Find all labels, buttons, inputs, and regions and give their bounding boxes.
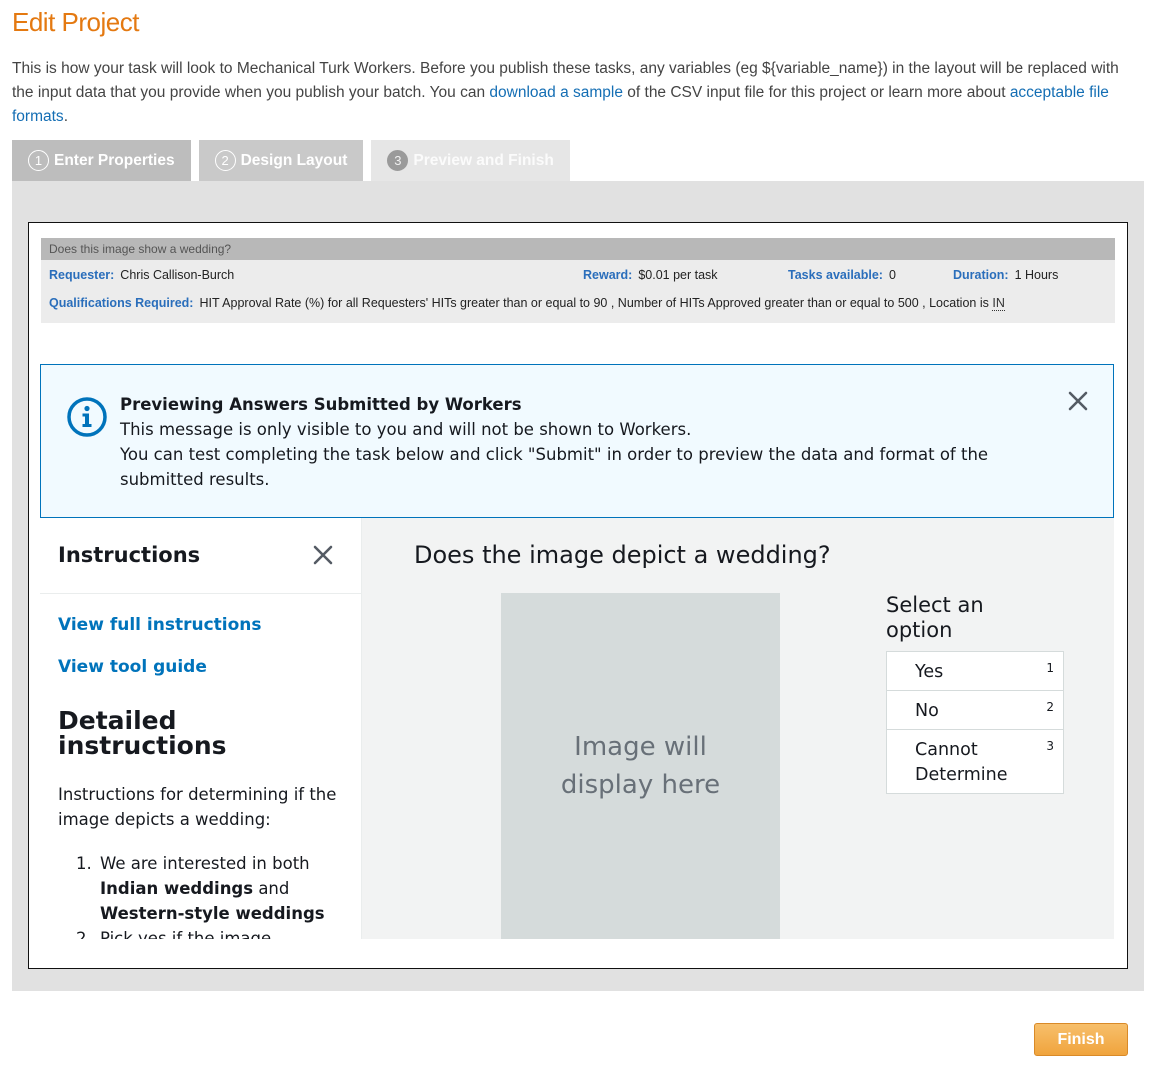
reward-value: $0.01 per task: [638, 268, 718, 282]
list-number: 2.: [76, 929, 92, 939]
reward-info: Reward: $0.01 per task: [583, 268, 718, 282]
tasks-available-label: Tasks available:: [788, 268, 883, 282]
list-number: 1.: [76, 854, 92, 873]
list-text: Pick yes if the image: [100, 929, 272, 939]
alert-heading: Previewing Answers Submitted by Workers: [120, 395, 522, 414]
option-shortcut-key: 3: [1046, 739, 1054, 753]
detailed-instructions-heading: Detailed instructions: [58, 706, 227, 760]
option-cannot-determine[interactable]: Cannot Determine 3: [887, 730, 1063, 793]
info-icon: [67, 397, 107, 437]
step-number: 3: [387, 150, 409, 171]
hit-metadata: Requester: Chris Callison-Burch Reward: $0…: [41, 260, 1115, 323]
image-placeholder: Image will display here: [501, 593, 780, 939]
requester-info: Requester: Chris Callison-Burch: [49, 268, 234, 282]
download-sample-link[interactable]: download a sample: [489, 84, 623, 101]
duration-info: Duration: 1 Hours: [953, 268, 1058, 282]
intro-text-part: of the CSV input file for this project o…: [622, 84, 1010, 101]
qualifications-info: Qualifications Required: HIT Approval Rat…: [49, 296, 1005, 311]
option-shortcut-key: 1: [1046, 661, 1054, 675]
option-label: No: [915, 701, 939, 721]
requester-value: Chris Callison-Burch: [120, 268, 235, 282]
option-shortcut-key: 2: [1046, 700, 1054, 714]
qualifications-value: HIT Approval Rate (%) for all Requesters…: [199, 296, 989, 310]
options-title: Select an option: [886, 593, 984, 642]
tab-label: Enter Properties: [54, 151, 175, 169]
step-number: 1: [28, 150, 49, 171]
tab-preview-and-finish[interactable]: 3 Preview and Finish: [371, 140, 570, 181]
instructions-list: 1. We are interested in both Indian wedd…: [76, 851, 336, 939]
answer-options: Yes 1 No 2 Cannot Determine 3: [886, 651, 1064, 794]
requester-label: Requester:: [49, 268, 115, 282]
wizard-tabs: 1 Enter Properties 2 Design Layout 3 Pre…: [12, 140, 570, 181]
close-instructions-icon[interactable]: [312, 544, 334, 566]
tab-label: Design Layout: [240, 151, 348, 169]
tab-enter-properties[interactable]: 1 Enter Properties: [12, 140, 191, 181]
list-text: We are interested in both: [100, 854, 310, 873]
qualifications-label: Qualifications Required:: [49, 296, 194, 310]
tasks-available-info: Tasks available: 0: [788, 268, 896, 282]
instructions-title: Instructions: [58, 543, 201, 567]
alert-message: You can test completing the task below a…: [120, 445, 989, 489]
tasks-available-value: 0: [888, 268, 896, 282]
task-question: Does the image depict a wedding?: [414, 541, 831, 569]
close-icon[interactable]: [1067, 390, 1089, 412]
alert-message: This message is only visible to you and …: [120, 420, 692, 439]
duration-label: Duration:: [953, 268, 1009, 282]
hit-title: Does this image show a wedding?: [49, 242, 232, 256]
duration-value: 1 Hours: [1014, 268, 1059, 282]
worker-preview-frame: Does this image show a wedding? Requeste…: [28, 222, 1128, 969]
finish-button[interactable]: Finish: [1034, 1023, 1128, 1056]
hit-title-bar: Does this image show a wedding?: [41, 238, 1115, 260]
intro-text: This is how your task will look to Mecha…: [12, 57, 1142, 129]
view-full-instructions-link[interactable]: View full instructions: [58, 615, 262, 635]
option-no[interactable]: No 2: [887, 691, 1063, 730]
option-yes[interactable]: Yes 1: [887, 652, 1063, 691]
list-item: 1. We are interested in both Indian wedd…: [76, 851, 336, 926]
image-placeholder-text: Image will display here: [560, 732, 721, 800]
intro-text-part: .: [63, 108, 68, 125]
list-text: and: [253, 879, 290, 898]
location-value: IN: [992, 296, 1005, 311]
view-tool-guide-link[interactable]: View tool guide: [58, 657, 207, 677]
instructions-paragraph: Instructions for determining if the imag…: [58, 785, 337, 829]
step-number: 2: [214, 150, 236, 171]
task-area: Instructions View full instructions View…: [40, 518, 1114, 939]
tab-label: Preview and Finish: [413, 151, 554, 169]
option-label: Yes: [915, 662, 944, 682]
page-title: Edit Project: [12, 7, 139, 37]
list-item: 2. Pick yes if the image: [76, 926, 336, 939]
tab-design-layout[interactable]: 2 Design Layout: [198, 140, 364, 181]
list-bold: Indian weddings: [100, 879, 254, 898]
preview-info-alert: Previewing Answers Submitted by Workers …: [40, 364, 1114, 518]
instructions-panel: Instructions View full instructions View…: [40, 518, 362, 939]
task-main: Does the image depict a wedding? Image w…: [363, 518, 1114, 939]
reward-label: Reward:: [583, 268, 633, 282]
list-bold: Western-style weddings: [100, 904, 325, 923]
option-label: Cannot Determine: [915, 740, 1008, 785]
